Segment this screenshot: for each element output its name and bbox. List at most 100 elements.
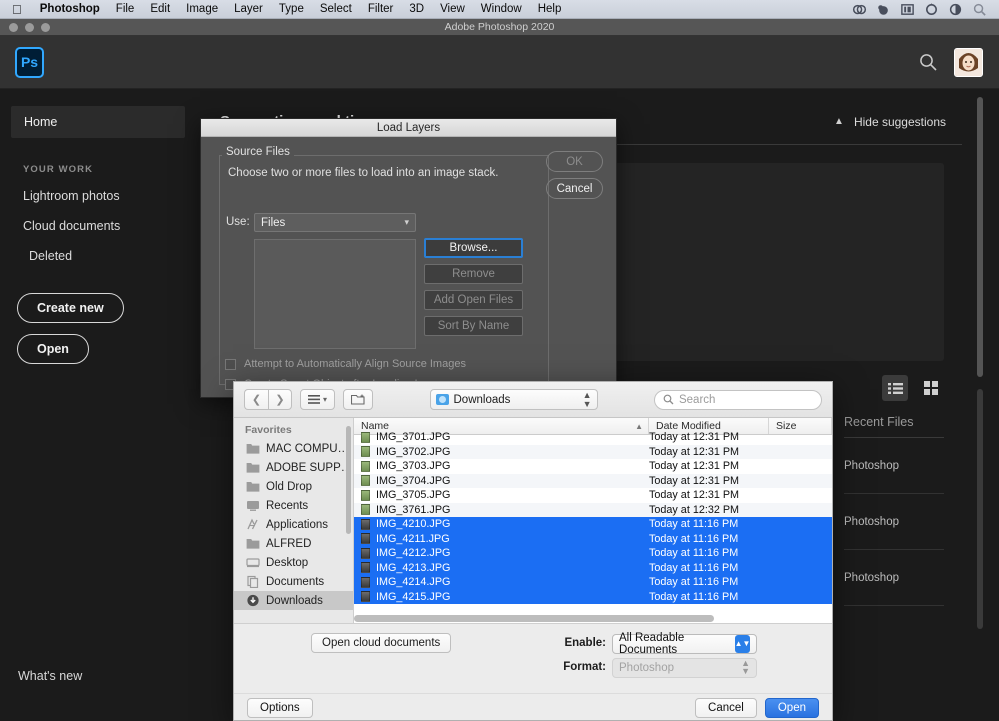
chevron-right-icon[interactable]: ❯ (268, 389, 292, 410)
file-date: Today at 11:16 PM (649, 532, 739, 545)
column-header-size[interactable]: Size (769, 418, 832, 434)
menu-item-photoshop[interactable]: Photoshop (32, 3, 108, 15)
menu-item-layer[interactable]: Layer (226, 3, 271, 15)
menu-item-window[interactable]: Window (473, 3, 530, 15)
sidebar-item-desktop[interactable]: Desktop (234, 553, 353, 572)
open-button[interactable]: Open (17, 334, 89, 364)
options-button[interactable]: Options (247, 698, 313, 718)
file-name: IMG_4210.JPG (376, 518, 451, 531)
sidebar-item-mac-computer[interactable]: MAC COMPU… (234, 439, 353, 458)
sidebar-item-alfred[interactable]: ALFRED (234, 534, 353, 553)
table-row[interactable]: IMG_3703.JPG Today at 12:31 PM (354, 459, 832, 474)
recent-file-row[interactable]: Photoshop (844, 494, 944, 550)
sidebar-item-documents[interactable]: Documents (234, 572, 353, 591)
user-avatar[interactable] (954, 47, 983, 77)
recent-file-row[interactable]: Photoshop (844, 550, 944, 606)
menu-item-filter[interactable]: Filter (360, 3, 402, 15)
new-folder-icon[interactable] (343, 389, 374, 410)
sidebar-label: Recents (266, 499, 309, 512)
menu-item-file[interactable]: File (108, 3, 143, 15)
whats-new-link[interactable]: What's new (18, 669, 82, 683)
source-files-label: Source Files (222, 146, 294, 158)
search-icon[interactable] (918, 52, 938, 72)
table-row[interactable]: IMG_3702.JPG Today at 12:31 PM (354, 444, 832, 459)
sidebar-label: Documents (266, 575, 325, 588)
open-cloud-documents-button[interactable]: Open cloud documents (311, 633, 452, 653)
file-name: IMG_3761.JPG (376, 503, 451, 516)
path-popup-button[interactable]: Downloads ▲ ▼ (429, 389, 598, 410)
file-date: Today at 12:31 PM (649, 431, 740, 444)
sidebar-label: ADOBE SUPP… (266, 461, 353, 474)
vertical-scrollbar-track[interactable] (977, 389, 983, 629)
photoshop-logo-icon[interactable]: Ps (15, 46, 44, 78)
cancel-button[interactable]: Cancel (695, 698, 757, 718)
table-row[interactable]: IMG_4213.JPG Today at 11:16 PM (354, 560, 832, 575)
bartender-icon[interactable] (900, 2, 915, 17)
sidebar-label: Desktop (266, 556, 309, 569)
sidebar-item-old-drop[interactable]: Old Drop (234, 477, 353, 496)
sidebar-item-applications[interactable]: Applications (234, 515, 353, 534)
format-label: Format: (563, 661, 606, 673)
menu-item-edit[interactable]: Edit (142, 3, 178, 15)
search-input[interactable]: Search (653, 389, 822, 410)
macos-menu-bar:  Photoshop File Edit Image Layer Type S… (0, 0, 999, 19)
sidebar-scrollbar[interactable] (346, 426, 351, 534)
recent-file-row[interactable]: Photoshop (844, 438, 944, 494)
apple-menu-icon[interactable]:  (12, 3, 22, 16)
open-button[interactable]: Open (764, 698, 819, 718)
dropbox-icon[interactable] (876, 2, 891, 17)
sort-by-name-button[interactable]: Sort By Name (424, 316, 523, 336)
load-layers-ok-button[interactable]: OK (546, 151, 603, 172)
search-placeholder: Search (678, 393, 716, 406)
file-thumbnail-icon (361, 431, 370, 443)
menu-item-type[interactable]: Type (271, 3, 312, 15)
chevron-left-icon[interactable]: ❮ (244, 389, 268, 410)
file-thumbnail-icon (361, 504, 370, 516)
table-row[interactable]: IMG_3761.JPG Today at 12:32 PM (354, 502, 832, 517)
sidebar-section-your-work: YOUR WORK (23, 164, 94, 175)
file-date: Today at 11:16 PM (649, 561, 739, 574)
auto-align-checkbox[interactable]: Attempt to Automatically Align Source Im… (225, 358, 466, 370)
table-row[interactable]: IMG_3704.JPG Today at 12:31 PM (354, 473, 832, 488)
enable-dropdown[interactable]: All Readable Documents ▲▼ (612, 632, 757, 656)
table-row[interactable]: IMG_4211.JPG Today at 11:16 PM (354, 531, 832, 546)
list-view-icon[interactable] (882, 375, 908, 401)
sidebar-item-adobe-support[interactable]: ADOBE SUPP… (234, 458, 353, 477)
table-row[interactable]: IMG_4210.JPG Today at 11:16 PM (354, 517, 832, 532)
horizontal-scrollbar[interactable] (354, 615, 832, 622)
sidebar-item-lightroom-photos[interactable]: Lightroom photos (23, 181, 196, 211)
menu-item-view[interactable]: View (432, 3, 473, 15)
file-name: IMG_3702.JPG (376, 445, 451, 458)
contrast-icon[interactable] (948, 2, 963, 17)
view-options-button[interactable]: ▾ (300, 389, 336, 410)
remove-button[interactable]: Remove (424, 264, 523, 284)
add-open-files-button[interactable]: Add Open Files (424, 290, 523, 310)
hide-suggestions-button[interactable]: ▲ Hide suggestions (834, 115, 946, 129)
sidebar-item-downloads[interactable]: Downloads (234, 591, 353, 610)
menu-item-help[interactable]: Help (530, 3, 570, 15)
menu-item-3d[interactable]: 3D (401, 3, 432, 15)
load-layers-cancel-button[interactable]: Cancel (546, 178, 603, 199)
spotlight-search-icon[interactable] (972, 2, 987, 17)
browse-button[interactable]: Browse... (424, 238, 523, 258)
table-row[interactable]: IMG_4212.JPG Today at 11:16 PM (354, 546, 832, 561)
sidebar-item-cloud-documents[interactable]: Cloud documents (23, 211, 196, 241)
sidebar-item-recents[interactable]: Recents (234, 496, 353, 515)
vertical-scrollbar-thumb[interactable] (977, 97, 983, 377)
table-row[interactable]: IMG_4215.JPG Today at 11:16 PM (354, 589, 832, 604)
table-row[interactable]: IMG_3701.JPG Today at 12:31 PM (354, 430, 832, 445)
toolbar-right-group (918, 47, 999, 77)
grid-view-icon[interactable] (918, 375, 944, 401)
menu-item-select[interactable]: Select (312, 3, 360, 15)
table-row[interactable]: IMG_3705.JPG Today at 12:31 PM (354, 488, 832, 503)
sync-icon[interactable] (924, 2, 939, 17)
sidebar-item-deleted[interactable]: Deleted (29, 241, 196, 271)
source-files-listbox[interactable] (254, 239, 416, 349)
table-row[interactable]: IMG_4214.JPG Today at 11:16 PM (354, 575, 832, 590)
menu-item-image[interactable]: Image (178, 3, 226, 15)
create-new-button[interactable]: Create new (17, 293, 124, 323)
downloads-folder-icon (435, 394, 449, 405)
use-dropdown[interactable]: Files ▾ (254, 213, 416, 232)
creative-cloud-icon[interactable] (852, 2, 867, 17)
sidebar-item-home[interactable]: Home (11, 106, 185, 138)
